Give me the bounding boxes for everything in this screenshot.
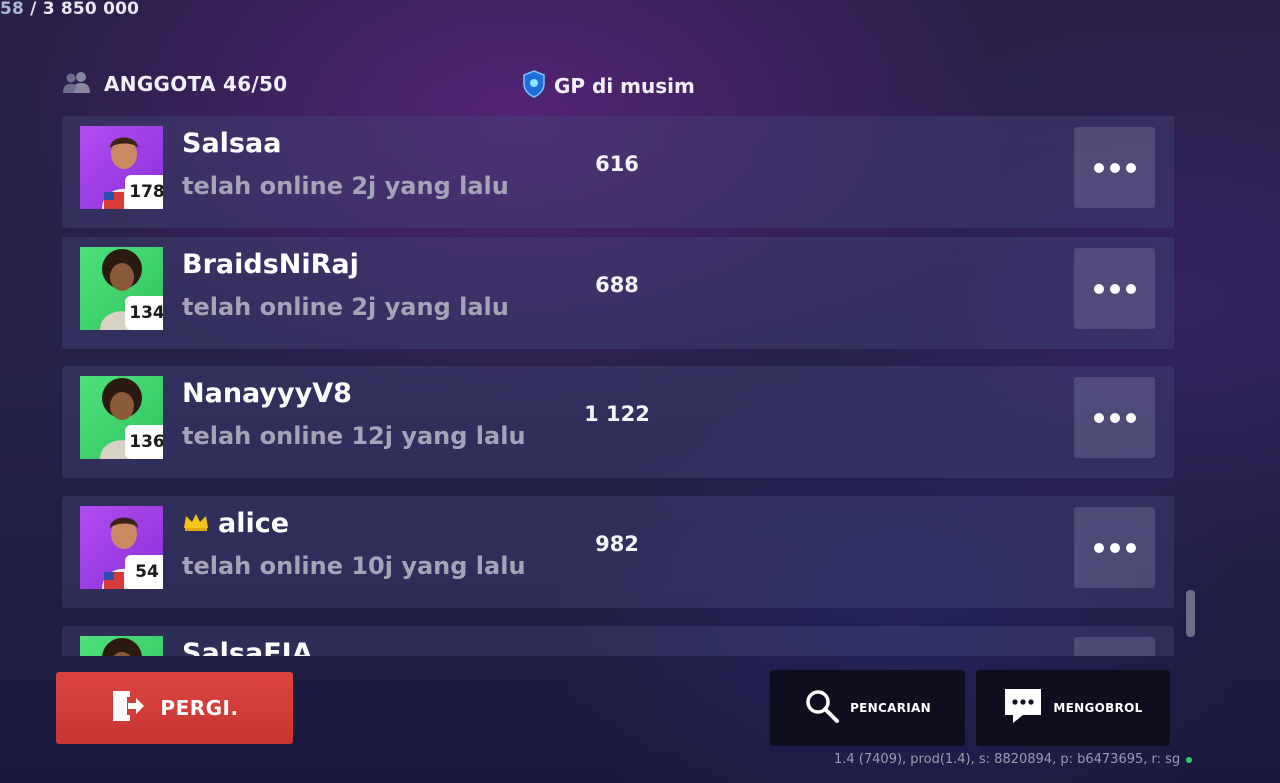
member-row[interactable]: SalsaEIA [62, 626, 1174, 656]
member-name-text: SalsaEIA [182, 638, 313, 656]
member-name-text: Salsaa [182, 128, 282, 159]
connection-status-dot [1186, 756, 1193, 763]
more-dot-icon [1093, 412, 1104, 423]
level-badge: 178 [125, 175, 163, 209]
guild-progress: 58 / 3 850 000 [0, 0, 139, 18]
member-options-button[interactable] [1074, 507, 1155, 588]
chat-label: MENGOBROL [1053, 701, 1143, 715]
crown-icon [182, 508, 210, 539]
member-gp: 982 [595, 532, 639, 556]
member-options-button[interactable] [1074, 637, 1155, 656]
more-dot-icon [1125, 162, 1136, 173]
member-name: SalsaEIA [182, 638, 313, 656]
more-dot-icon [1109, 283, 1120, 294]
more-dot-icon [1109, 162, 1120, 173]
more-dot-icon [1125, 542, 1136, 553]
more-dot-icon [1125, 283, 1136, 294]
member-name: BraidsNiRaj [182, 249, 359, 280]
level-badge: 54 [125, 555, 163, 589]
member-options-button[interactable] [1074, 127, 1155, 208]
progress-current: 58 [0, 0, 25, 19]
search-icon [804, 688, 840, 728]
build-version: 1.4 (7409), prod(1.4), s: 8820894, p: b6… [834, 752, 1193, 767]
member-name-text: BraidsNiRaj [182, 249, 359, 280]
member-row[interactable]: 178 Salsaa telah online 2j yang lalu 616 [62, 116, 1174, 228]
member-name-text: alice [218, 508, 290, 539]
member-status: telah online 2j yang lalu [182, 293, 509, 321]
member-list-header: ANGGOTA 46/50 GP di musim [62, 70, 1174, 100]
member-options-button[interactable] [1074, 248, 1155, 329]
avatar[interactable]: 136 [80, 376, 163, 459]
progress-total: 3 850 000 [42, 0, 140, 19]
chat-button[interactable]: MENGOBROL [976, 670, 1170, 746]
chat-bubble-icon [1003, 687, 1043, 729]
gp-season-label: GP di musim [554, 74, 695, 98]
more-dot-icon [1093, 283, 1104, 294]
people-icon [62, 70, 92, 98]
leave-label: PERGI. [160, 696, 239, 720]
list-scrollbar[interactable] [1186, 590, 1195, 637]
member-name: alice [182, 508, 289, 539]
member-status: telah online 12j yang lalu [182, 422, 526, 450]
member-row[interactable]: 54 alice telah online 10j yang lalu 982 [62, 496, 1174, 608]
avatar[interactable]: 178 [80, 126, 163, 209]
more-dot-icon [1093, 542, 1104, 553]
more-dot-icon [1093, 162, 1104, 173]
more-dot-icon [1125, 412, 1136, 423]
progress-separator: / [24, 0, 43, 19]
avatar[interactable] [80, 636, 163, 656]
member-status: telah online 2j yang lalu [182, 172, 509, 200]
gp-header: GP di musim [522, 70, 695, 102]
avatar[interactable]: 54 [80, 506, 163, 589]
character-portrait-icon [102, 638, 142, 656]
more-dot-icon [1109, 542, 1120, 553]
gp-shield-icon [522, 70, 546, 102]
members-header: ANGGOTA 46/50 [62, 70, 287, 98]
member-status: telah online 10j yang lalu [182, 552, 526, 580]
member-name: NanayyyV8 [182, 378, 352, 409]
member-name-text: NanayyyV8 [182, 378, 352, 409]
member-name: Salsaa [182, 128, 281, 159]
member-row[interactable]: 134 BraidsNiRaj telah online 2j yang lal… [62, 237, 1174, 349]
level-badge: 134 [125, 296, 163, 330]
exit-door-icon [110, 688, 146, 728]
search-label: PENCARIAN [850, 701, 931, 715]
leave-club-button[interactable]: PERGI. [56, 672, 293, 744]
build-version-text: 1.4 (7409), prod(1.4), s: 8820894, p: b6… [834, 752, 1181, 767]
member-options-button[interactable] [1074, 377, 1155, 458]
member-gp: 1 122 [584, 402, 650, 426]
avatar[interactable]: 134 [80, 247, 163, 330]
member-row[interactable]: 136 NanayyyV8 telah online 12j yang lalu… [62, 366, 1174, 478]
member-list[interactable]: 178 Salsaa telah online 2j yang lalu 616… [62, 116, 1174, 656]
level-badge: 136 [125, 425, 163, 459]
members-count-label: ANGGOTA 46/50 [104, 72, 288, 96]
member-gp: 688 [595, 273, 639, 297]
member-gp: 616 [595, 152, 639, 176]
more-dot-icon [1109, 412, 1120, 423]
search-button[interactable]: PENCARIAN [770, 670, 965, 746]
